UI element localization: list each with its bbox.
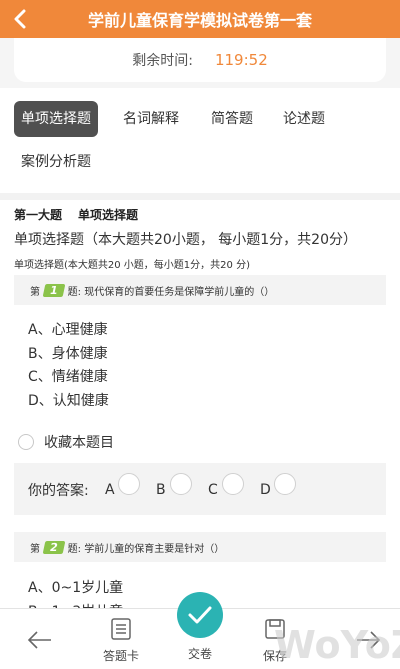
option-d[interactable]: D、认知健康 <box>28 390 109 414</box>
question-number-badge: 2 <box>42 540 66 554</box>
page-title: 学前儿童保育学模拟试卷第一套 <box>87 11 312 30</box>
answer-card-label: 答题卡 <box>102 649 139 663</box>
answer-card-icon <box>111 618 131 640</box>
tab-term-explanation[interactable]: 名词解释 <box>116 101 186 137</box>
answer-label: 你的答案: <box>28 483 89 499</box>
favorite-toggle[interactable]: 收藏本题目 <box>18 432 114 452</box>
watermark-text: WoYoZ <box>274 623 400 667</box>
option-c[interactable]: C、情绪健康 <box>28 366 109 390</box>
question-1-options: A、心理健康 B、身体健康 C、情绪健康 D、认知健康 <box>28 319 109 413</box>
woyoz-watermark-logo: WoYoZ <box>274 623 400 667</box>
option-a[interactable]: A、0~1岁儿童 <box>28 577 123 601</box>
question-text: 题: 学前儿童的保育主要是针对（） <box>67 543 225 555</box>
section-number: 第一大题 <box>14 208 63 222</box>
question-prefix: 第 <box>30 543 40 555</box>
section-note: 单项选择题(本大题共20 小题，每小题1分，共20 分) <box>14 260 250 271</box>
tab-essay[interactable]: 论述题 <box>276 101 332 137</box>
section-subtitle: 单项选择题（本大题共20小题， 每小题1分，共20分） <box>14 232 357 248</box>
answer-letter-a: A <box>105 482 115 498</box>
answer-radio-c[interactable] <box>222 473 244 495</box>
answer-letter-b: B <box>156 482 166 498</box>
answer-radio-b[interactable] <box>170 473 192 495</box>
question-1-header: 第 1 题: 现代保育的首要任务是保障学前儿童的（） <box>14 275 386 305</box>
favorite-label: 收藏本题目 <box>44 435 114 451</box>
question-2-header: 第 2 题: 学前儿童的保育主要是针对（） <box>14 532 386 562</box>
prev-question-button[interactable] <box>22 609 58 669</box>
answer-letter-c: C <box>208 482 218 498</box>
section-title: 第一大题 单项选择题 <box>14 206 138 223</box>
submit-label: 交卷 <box>187 647 212 661</box>
question-type-tabs: 单项选择题 名词解释 简答题 论述题 案例分析题 <box>0 88 400 193</box>
chevron-left-icon <box>14 9 26 29</box>
favorite-radio[interactable] <box>18 434 34 450</box>
section-type: 单项选择题 <box>78 208 139 222</box>
question-number-badge: 1 <box>42 283 66 297</box>
tab-single-choice[interactable]: 单项选择题 <box>14 101 98 137</box>
answer-radio-d[interactable] <box>274 473 296 495</box>
answer-letter-d: D <box>260 482 271 498</box>
arrow-left-icon <box>27 630 51 649</box>
answer-box: 你的答案: A B C D <box>14 463 386 515</box>
submit-button[interactable] <box>177 592 223 638</box>
timer-card: 剩余时间: 119:52 <box>14 38 386 82</box>
divider <box>0 193 400 200</box>
back-button[interactable] <box>6 5 34 33</box>
tab-short-answer[interactable]: 简答题 <box>204 101 260 137</box>
question-prefix: 第 <box>30 286 40 298</box>
question-text: 题: 现代保育的首要任务是保障学前儿童的（） <box>67 286 275 298</box>
answer-card-button[interactable]: 答题卡 <box>96 609 146 669</box>
timer-value: 119:52 <box>214 51 268 69</box>
app-header: 学前儿童保育学模拟试卷第一套 <box>0 0 400 38</box>
timer-label: 剩余时间: <box>132 53 193 69</box>
timer-area: 剩余时间: 119:52 <box>0 38 400 88</box>
option-b[interactable]: B、身体健康 <box>28 343 109 367</box>
option-a[interactable]: A、心理健康 <box>28 319 109 343</box>
checkmark-icon <box>188 606 212 624</box>
tab-case-analysis[interactable]: 案例分析题 <box>14 144 98 180</box>
answer-radio-a[interactable] <box>118 473 140 495</box>
